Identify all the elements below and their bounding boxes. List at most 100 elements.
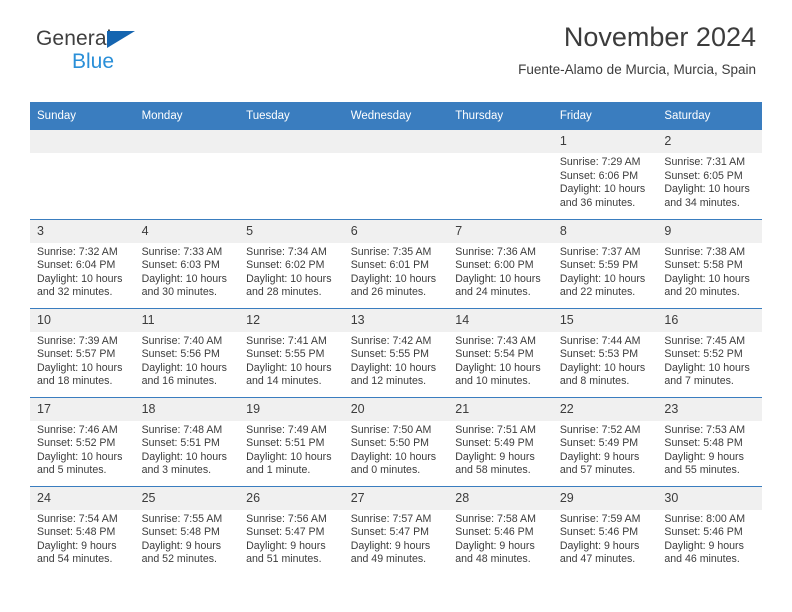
calendar-day-cell[interactable]: 8 Sunrise: 7:37 AM Sunset: 5:59 PM Daylight… xyxy=(552,218,658,308)
calendar-day-cell[interactable]: 22 Sunrise: 7:52 AM Sunset: 5:49 PM Dayligh… xyxy=(552,396,658,486)
day-details: Sunrise: 7:52 AM Sunset: 5:49 PM Daylight:… xyxy=(553,421,658,478)
sunrise-text: Sunrise: 7:29 AM xyxy=(559,156,641,168)
calendar-day-cell[interactable]: 1 Sunrise: 7:29 AM Sunset: 6:06 PM Daylight… xyxy=(552,130,658,219)
calendar-head: Sunday Monday Tuesday Wednesday Thursday… xyxy=(30,102,762,130)
calendar-day-cell[interactable]: 14 Sunrise: 7:43 AM Sunset: 5:54 PM Dayligh… xyxy=(448,307,553,397)
calendar-day-cell[interactable]: 19 Sunrise: 7:49 AM Sunset: 5:51 PM Dayligh… xyxy=(239,396,344,486)
calendar-day-cell[interactable]: 18 Sunrise: 7:48 AM Sunset: 5:51 PM Dayligh… xyxy=(134,396,240,486)
calendar-day-cell[interactable]: 27 Sunrise: 7:57 AM Sunset: 5:47 PM Dayligh… xyxy=(343,485,449,575)
sunset-text: Sunset: 6:06 PM xyxy=(559,169,639,182)
calendar-day-cell[interactable]: 17 Sunrise: 7:46 AM Sunset: 5:52 PM Dayligh… xyxy=(30,396,135,486)
calendar-day-cell[interactable]: 6 Sunrise: 7:35 AM Sunset: 6:01 PM Daylight… xyxy=(343,218,449,308)
calendar-day-cell[interactable]: 30 Sunrise: 8:00 AM Sunset: 5:46 PM Dayligh… xyxy=(657,485,762,575)
day-number: 9 xyxy=(657,219,762,243)
daylight-text-line2: and 3 minutes. xyxy=(141,464,212,477)
calendar-day-cell[interactable]: 26 Sunrise: 7:56 AM Sunset: 5:47 PM Dayligh… xyxy=(239,485,344,575)
calendar-day-cell[interactable]: 4 Sunrise: 7:33 AM Sunset: 6:03 PM Daylight… xyxy=(134,218,240,308)
calendar-day-cell[interactable]: 23 Sunrise: 7:53 AM Sunset: 5:48 PM Dayligh… xyxy=(657,396,762,486)
day-number: 14 xyxy=(448,308,553,332)
day-number: 16 xyxy=(657,308,762,332)
calendar-day-cell[interactable]: 16 Sunrise: 7:45 AM Sunset: 5:52 PM Dayligh… xyxy=(657,307,762,397)
sunset-text: Sunset: 5:49 PM xyxy=(455,437,534,450)
calendar-day-cell[interactable]: 9 Sunrise: 7:38 AM Sunset: 5:58 PM Daylight… xyxy=(657,218,762,308)
daylight-text-line2: and 28 minutes. xyxy=(246,286,322,299)
calendar-day-cell[interactable]: 29 Sunrise: 7:59 AM Sunset: 5:46 PM Dayligh… xyxy=(552,485,658,575)
brand-logo[interactable]: General Blue xyxy=(36,28,226,76)
brand-name-general-text: General xyxy=(36,27,112,50)
daylight-text-line1: Daylight: 9 hours xyxy=(246,539,326,552)
calendar-day-cell[interactable]: 5 Sunrise: 7:34 AM Sunset: 6:02 PM Daylight… xyxy=(239,218,344,308)
calendar-day-cell[interactable]: 24 Sunrise: 7:54 AM Sunset: 5:48 PM Dayligh… xyxy=(30,485,135,575)
sunrise-text: Sunrise: 7:34 AM xyxy=(246,245,327,258)
day-details: Sunrise: 7:36 AM Sunset: 6:00 PM Daylight:… xyxy=(448,243,553,300)
calendar-day-cell-empty xyxy=(343,130,449,219)
day-number xyxy=(239,130,344,153)
sunrise-text: Sunrise: 7:53 AM xyxy=(664,423,746,436)
calendar-day-cell[interactable]: 28 Sunrise: 7:58 AM Sunset: 5:46 PM Dayligh… xyxy=(448,485,553,575)
sunrise-sunset-calendar: Sunday Monday Tuesday Wednesday Thursday… xyxy=(30,102,762,575)
daylight-text-line2: and 30 minutes. xyxy=(141,286,217,299)
sunrise-text: Sunrise: 7:41 AM xyxy=(246,334,327,347)
day-details: Sunrise: 7:40 AM Sunset: 5:56 PM Daylight:… xyxy=(135,332,240,389)
sunrise-text: Sunrise: 7:42 AM xyxy=(350,334,432,347)
daylight-text-line1: Daylight: 10 hours xyxy=(559,272,646,285)
sunrise-text: Sunrise: 8:00 AM xyxy=(664,512,746,525)
day-details: Sunrise: 7:29 AM Sunset: 6:06 PM Daylight:… xyxy=(553,153,658,210)
daylight-text-line1: Daylight: 10 hours xyxy=(246,361,332,374)
day-number: 25 xyxy=(134,486,240,510)
day-details: Sunrise: 7:32 AM Sunset: 6:04 PM Daylight:… xyxy=(30,243,135,300)
calendar-day-cell[interactable]: 15 Sunrise: 7:44 AM Sunset: 5:53 PM Dayligh… xyxy=(552,307,658,397)
daylight-text-line1: Daylight: 10 hours xyxy=(664,183,750,196)
calendar-day-cell[interactable]: 2 Sunrise: 7:31 AM Sunset: 6:05 PM Daylight… xyxy=(657,130,762,219)
day-number: 17 xyxy=(30,397,135,421)
weekday-header-wednesday: Wednesday xyxy=(343,102,449,130)
daylight-text-line2: and 48 minutes. xyxy=(455,553,531,566)
calendar-day-cell[interactable]: 12 Sunrise: 7:41 AM Sunset: 5:55 PM Dayligh… xyxy=(239,307,344,397)
calendar-day-cell[interactable]: 20 Sunrise: 7:50 AM Sunset: 5:50 PM Dayligh… xyxy=(343,396,449,486)
sunset-text: Sunset: 5:51 PM xyxy=(141,437,220,450)
calendar-day-cell[interactable]: 25 Sunrise: 7:55 AM Sunset: 5:48 PM Dayligh… xyxy=(134,485,240,575)
sunset-text: Sunset: 5:48 PM xyxy=(37,526,116,539)
brand-name-blue: Blue xyxy=(72,50,115,73)
sunset-text: Sunset: 6:00 PM xyxy=(455,259,534,272)
day-details: Sunrise: 7:48 AM Sunset: 5:51 PM Daylight:… xyxy=(135,421,240,478)
calendar-day-cell[interactable]: 10 Sunrise: 7:39 AM Sunset: 5:57 PM Dayligh… xyxy=(30,307,135,397)
daylight-text-line1: Daylight: 9 hours xyxy=(37,539,117,552)
sunset-text: Sunset: 6:01 PM xyxy=(350,259,430,272)
sunset-text: Sunset: 5:50 PM xyxy=(350,437,430,450)
day-number xyxy=(448,130,553,153)
day-number: 18 xyxy=(134,397,240,421)
day-details: Sunrise: 7:53 AM Sunset: 5:48 PM Daylight:… xyxy=(657,421,762,478)
sunrise-text: Sunrise: 7:44 AM xyxy=(559,334,641,347)
daylight-text-line2: and 18 minutes. xyxy=(37,375,113,388)
calendar-week-row: 24 Sunrise: 7:54 AM Sunset: 5:48 PM Dayligh… xyxy=(30,485,762,575)
day-number: 13 xyxy=(343,308,449,332)
daylight-text-line1: Daylight: 9 hours xyxy=(455,450,535,463)
day-details: Sunrise: 7:46 AM Sunset: 5:52 PM Daylight:… xyxy=(30,421,135,478)
day-details: Sunrise: 7:39 AM Sunset: 5:57 PM Daylight:… xyxy=(30,332,135,389)
calendar-day-cell[interactable]: 11 Sunrise: 7:40 AM Sunset: 5:56 PM Dayligh… xyxy=(134,307,240,397)
daylight-text-line2: and 47 minutes. xyxy=(559,553,636,566)
sunrise-text: Sunrise: 7:54 AM xyxy=(37,512,118,525)
daylight-text-line2: and 49 minutes. xyxy=(350,553,427,566)
day-details: Sunrise: 7:35 AM Sunset: 6:01 PM Daylight:… xyxy=(344,243,449,300)
day-number: 21 xyxy=(448,397,553,421)
calendar-day-cell[interactable]: 7 Sunrise: 7:36 AM Sunset: 6:00 PM Daylight… xyxy=(448,218,553,308)
calendar-day-cell[interactable]: 21 Sunrise: 7:51 AM Sunset: 5:49 PM Dayligh… xyxy=(448,396,553,486)
daylight-text-line1: Daylight: 9 hours xyxy=(664,539,744,552)
day-number xyxy=(134,130,240,153)
daylight-text-line1: Daylight: 10 hours xyxy=(37,450,123,463)
daylight-text-line2: and 26 minutes. xyxy=(350,286,427,299)
sunset-text: Sunset: 5:48 PM xyxy=(141,526,220,539)
day-details: Sunrise: 7:43 AM Sunset: 5:54 PM Daylight:… xyxy=(448,332,553,389)
daylight-text-line2: and 55 minutes. xyxy=(664,464,740,477)
weekday-header-tuesday: Tuesday xyxy=(239,102,344,130)
daylight-text-line1: Daylight: 10 hours xyxy=(141,272,227,285)
daylight-text-line2: and 24 minutes. xyxy=(455,286,531,299)
daylight-text-line1: Daylight: 10 hours xyxy=(664,272,750,285)
calendar-day-cell[interactable]: 13 Sunrise: 7:42 AM Sunset: 5:55 PM Dayligh… xyxy=(343,307,449,397)
sunset-text: Sunset: 5:52 PM xyxy=(664,348,743,361)
daylight-text-line2: and 16 minutes. xyxy=(141,375,217,388)
calendar-day-cell[interactable]: 3 Sunrise: 7:32 AM Sunset: 6:04 PM Daylight… xyxy=(30,218,135,308)
daylight-text-line2: and 32 minutes. xyxy=(37,286,113,299)
